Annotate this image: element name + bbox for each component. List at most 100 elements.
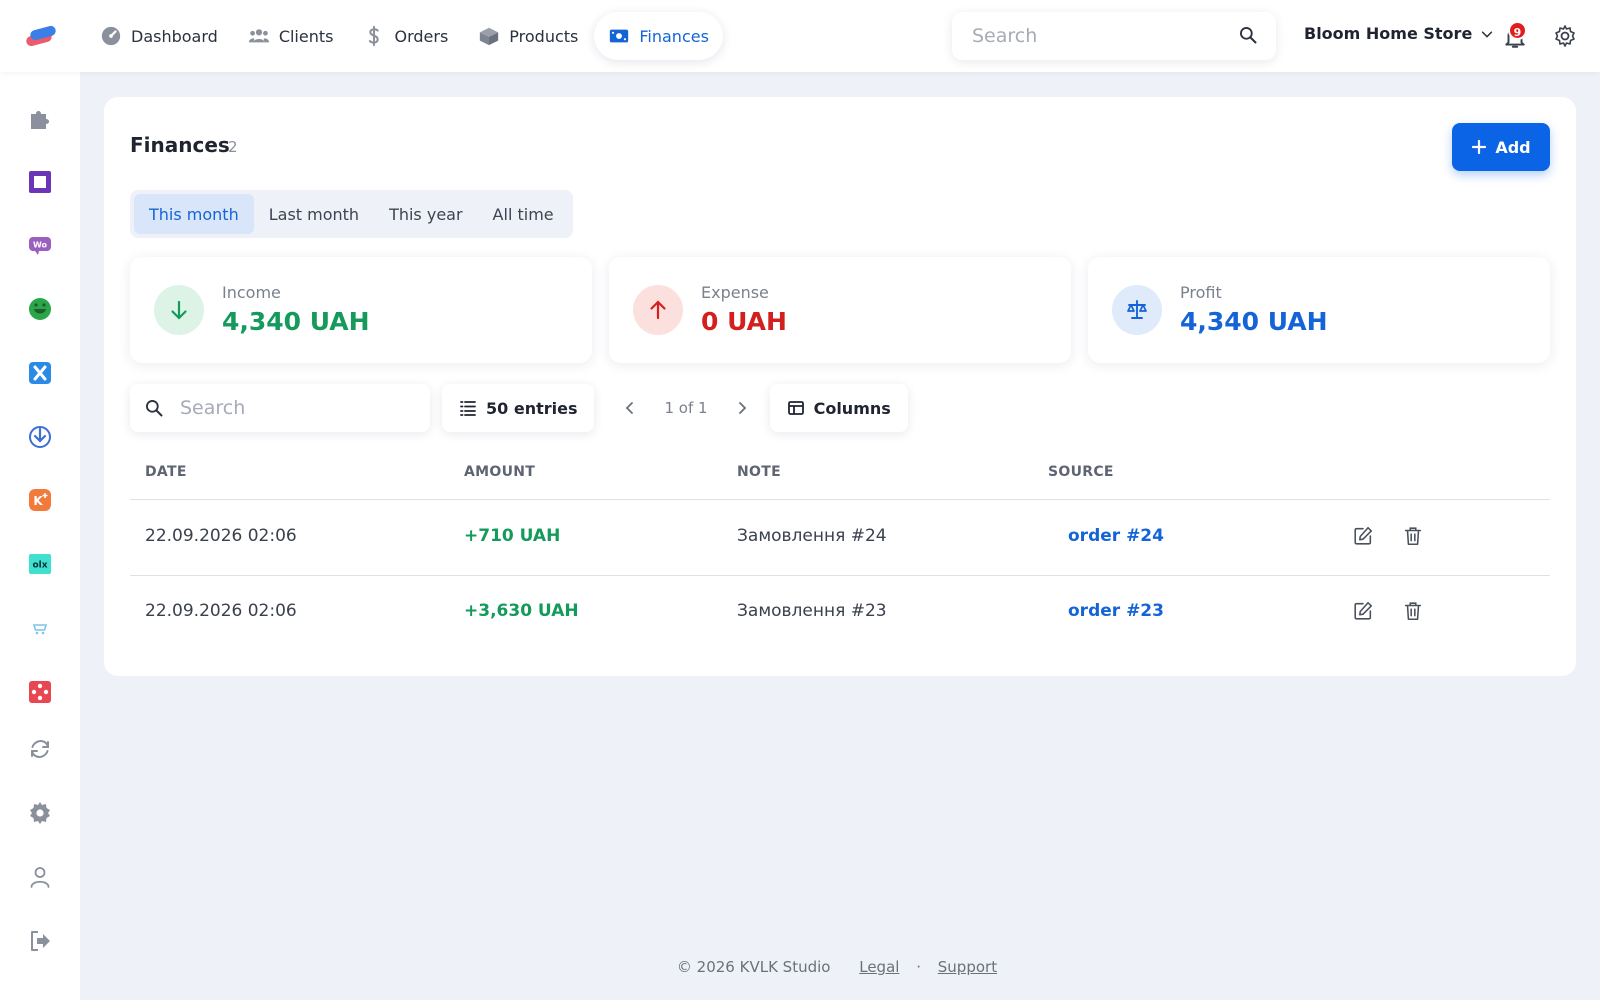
columns-button[interactable]: Columns <box>769 384 908 432</box>
nav-clients[interactable]: Clients <box>234 12 348 60</box>
income-stat: Income 4,340 UAH <box>130 257 592 363</box>
table-search-input[interactable] <box>180 384 420 432</box>
puzzle-icon <box>31 111 49 129</box>
sidebar-item-integrations[interactable] <box>27 106 53 132</box>
footer-separator: · <box>916 958 921 976</box>
table-header: DATE AMOUNT NOTE SOURCE <box>130 450 1550 500</box>
income-value: 4,340 UAH <box>222 307 370 336</box>
scale-icon <box>1127 300 1147 319</box>
list-icon <box>460 401 476 416</box>
add-button-label: Add <box>1495 137 1531 157</box>
sidebar-item-sync[interactable] <box>27 736 53 762</box>
sidebar-item-x[interactable] <box>27 360 53 386</box>
footer-support-link[interactable]: Support <box>938 958 997 976</box>
tab-this-month[interactable]: This month <box>134 194 254 234</box>
network-icon <box>29 681 51 703</box>
svg-text:olx: olx <box>32 561 47 571</box>
k-plus-icon: K <box>29 489 51 511</box>
profit-stat: Profit 4,340 UAH <box>1088 257 1550 363</box>
column-header-note[interactable]: NOTE <box>737 464 781 480</box>
row-note: Замовлення #24 <box>737 526 887 546</box>
chevron-right-icon <box>738 402 746 414</box>
nav-clients-label: Clients <box>278 26 334 46</box>
row-date: 22.09.2026 02:06 <box>145 526 297 546</box>
square-icon <box>29 171 51 193</box>
income-label: Income <box>222 283 281 302</box>
income-badge <box>154 285 204 335</box>
row-amount: +710 UAH <box>464 526 561 546</box>
users-icon <box>248 29 269 43</box>
expense-label: Expense <box>701 283 769 302</box>
column-header-amount[interactable]: AMOUNT <box>464 464 535 480</box>
profit-badge <box>1112 285 1162 335</box>
money-icon <box>610 29 629 43</box>
sidebar-item-logout[interactable] <box>27 928 53 954</box>
chevron-left-icon <box>626 402 634 414</box>
store-selector[interactable]: Bloom Home Store <box>1304 24 1494 43</box>
top-bar: Dashboard Clients Orders Products Financ… <box>0 0 1600 72</box>
add-button[interactable]: Add <box>1452 123 1550 171</box>
footer-legal-link[interactable]: Legal <box>859 958 899 976</box>
sidebar-item-olx[interactable]: olx <box>27 551 53 577</box>
global-search <box>952 12 1276 60</box>
sidebar-item-profile[interactable] <box>27 864 53 890</box>
sidebar-item-network[interactable] <box>27 679 53 705</box>
row-note: Замовлення #23 <box>737 601 887 621</box>
delete-button[interactable] <box>1402 600 1426 624</box>
footer: © 2026 KVLK Studio Legal · Support <box>0 958 1600 976</box>
sidebar-item-square[interactable] <box>27 169 53 195</box>
sidebar-item-import[interactable] <box>27 424 53 450</box>
nav-dashboard-label: Dashboard <box>131 26 218 46</box>
entries-button[interactable]: 50 entries <box>442 384 595 432</box>
svg-text:K: K <box>33 494 43 508</box>
finances-card: Finances 2 Add This month Last month Thi… <box>104 97 1576 676</box>
row-date: 22.09.2026 02:06 <box>145 601 297 621</box>
logout-icon <box>31 931 50 951</box>
delete-button[interactable] <box>1402 525 1426 549</box>
sidebar-item-k-plus[interactable]: K <box>27 487 53 513</box>
profit-value: 4,340 UAH <box>1180 307 1328 336</box>
next-page-button[interactable] <box>730 396 754 420</box>
expense-stat: Expense 0 UAH <box>609 257 1071 363</box>
columns-label: Columns <box>813 398 891 418</box>
box-icon <box>480 27 499 46</box>
column-header-source[interactable]: SOURCE <box>1048 464 1114 480</box>
download-circle-icon <box>29 426 51 448</box>
row-source-link[interactable]: order #24 <box>1068 526 1164 546</box>
gear-icon[interactable] <box>1553 24 1577 48</box>
dollar-icon <box>369 25 380 47</box>
tab-all-time[interactable]: All time <box>478 194 569 234</box>
table-search <box>130 384 430 432</box>
app-logo-icon[interactable] <box>24 22 58 50</box>
sidebar-item-settings[interactable] <box>27 800 53 826</box>
arrow-down-icon <box>171 300 187 320</box>
dashboard-icon <box>101 26 121 46</box>
row-source-link[interactable]: order #23 <box>1068 601 1164 621</box>
nav-orders[interactable]: Orders <box>349 12 462 60</box>
olx-icon: olx <box>29 554 51 574</box>
woo-icon: Wo <box>29 237 51 255</box>
nav-dashboard[interactable]: Dashboard <box>86 12 232 60</box>
tab-last-month[interactable]: Last month <box>254 194 374 234</box>
edit-button[interactable] <box>1352 600 1376 624</box>
column-header-date[interactable]: DATE <box>145 464 187 480</box>
sidebar-item-woocommerce[interactable]: Wo <box>27 232 53 258</box>
notification-badge: 9 <box>1508 21 1527 40</box>
sidebar-item-cart[interactable] <box>27 615 53 641</box>
table-row: 22.09.2026 02:06 +3,630 UAH Замовлення #… <box>130 576 1550 651</box>
cart-icon <box>32 624 48 635</box>
footer-copyright: © 2026 KVLK Studio <box>676 958 831 976</box>
sidebar-item-smile[interactable] <box>27 296 53 322</box>
edit-button[interactable] <box>1352 525 1376 549</box>
chevron-down-icon <box>1482 30 1493 38</box>
search-icon <box>146 400 163 417</box>
prev-page-button[interactable] <box>618 396 642 420</box>
columns-icon <box>787 401 804 415</box>
global-search-input[interactable] <box>952 12 1212 60</box>
nav-products[interactable]: Products <box>464 12 592 60</box>
sidebar: Wo K olx <box>0 72 80 1000</box>
page-indicator: 1 of 1 <box>664 399 708 417</box>
nav-finances[interactable]: Finances <box>594 12 723 60</box>
tab-this-year[interactable]: This year <box>374 194 477 234</box>
search-icon[interactable] <box>1238 25 1258 45</box>
